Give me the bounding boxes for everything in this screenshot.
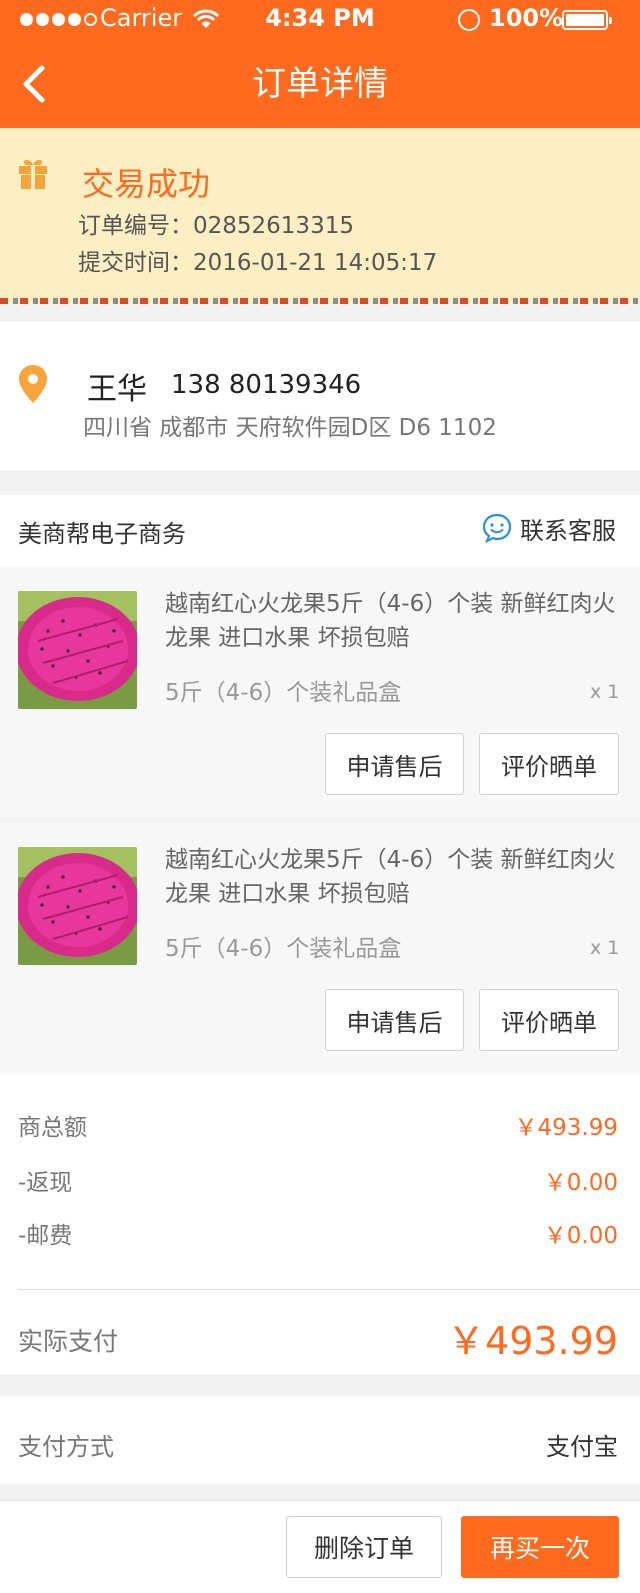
- address-detail: 四川省 成都市 天府软件园D区 D6 1102: [83, 415, 497, 441]
- product-image: [18, 591, 137, 709]
- payment-method-value: 支付宝: [546, 1433, 618, 1461]
- trade-status: 交易成功: [82, 165, 211, 203]
- actual-paid-label: 实际支付: [18, 1327, 119, 1356]
- review-button[interactable]: 评价晒单: [479, 733, 619, 795]
- order-number: 订单编号：02852613315: [78, 213, 354, 239]
- battery-percent: 100%: [489, 4, 564, 32]
- item-quantity: x 1: [590, 681, 620, 703]
- submit-time: 提交时间：2016-01-21 14:05:17: [78, 250, 438, 276]
- delete-order-button[interactable]: 删除订单: [286, 1516, 442, 1578]
- header-bar: Carrier 4:34 PM 100% 订单详情: [0, 0, 640, 128]
- item-spec: 5斤（4-6）个装礼品盒: [165, 680, 402, 706]
- cashback-value: ￥0.00: [543, 1170, 618, 1196]
- location-pin-icon: [19, 365, 47, 403]
- item-spec: 5斤（4-6）个装礼品盒: [165, 936, 402, 962]
- battery-icon: [562, 10, 612, 30]
- shipping-value: ￥0.00: [543, 1223, 618, 1249]
- review-button[interactable]: 评价晒单: [479, 989, 619, 1051]
- shipping-label: -邮费: [18, 1223, 73, 1249]
- status-bar: Carrier 4:34 PM 100%: [0, 0, 640, 40]
- buy-again-button[interactable]: 再买一次: [461, 1516, 619, 1578]
- after-sales-button[interactable]: 申请售后: [325, 733, 464, 795]
- payment-method-label: 支付方式: [18, 1433, 114, 1461]
- item-quantity: x 1: [590, 937, 620, 959]
- recipient-phone: 138 80139346: [171, 370, 362, 400]
- rotation-lock-icon: [458, 9, 480, 31]
- after-sales-button[interactable]: 申请售后: [325, 989, 464, 1051]
- item-title: 越南红心火龙果5斤（4-6）个装 新鲜红肉火龙果 进口水果 坏损包赔: [165, 591, 616, 651]
- shop-name: 美商帮电子商务: [18, 520, 186, 548]
- banner-divider: [0, 298, 640, 304]
- gift-icon: [19, 159, 47, 189]
- item-title: 越南红心火龙果5斤（4-6）个装 新鲜红肉火龙果 进口水果 坏损包赔: [165, 847, 616, 907]
- order-item: 越南红心火龙果5斤（4-6）个装 新鲜红肉火龙果 进口水果 坏损包赔 5斤（4-…: [0, 567, 640, 817]
- page-title: 订单详情: [252, 64, 388, 104]
- contact-service-button[interactable]: 联系客服: [482, 512, 616, 545]
- contact-service-label: 联系客服: [520, 516, 616, 545]
- recipient-name: 王华: [87, 372, 147, 407]
- product-image: [18, 847, 137, 965]
- order-item: 越南红心火龙果5斤（4-6）个装 新鲜红肉火龙果 进口水果 坏损包赔 5斤（4-…: [0, 823, 640, 1073]
- chat-bubble-icon: [482, 513, 512, 543]
- subtotal-label: 商总额: [18, 1115, 87, 1141]
- subtotal-value: ￥493.99: [514, 1115, 618, 1141]
- summary-divider: [18, 1289, 640, 1290]
- actual-paid-value: ￥493.99: [447, 1319, 618, 1363]
- cashback-label: -返现: [18, 1170, 73, 1196]
